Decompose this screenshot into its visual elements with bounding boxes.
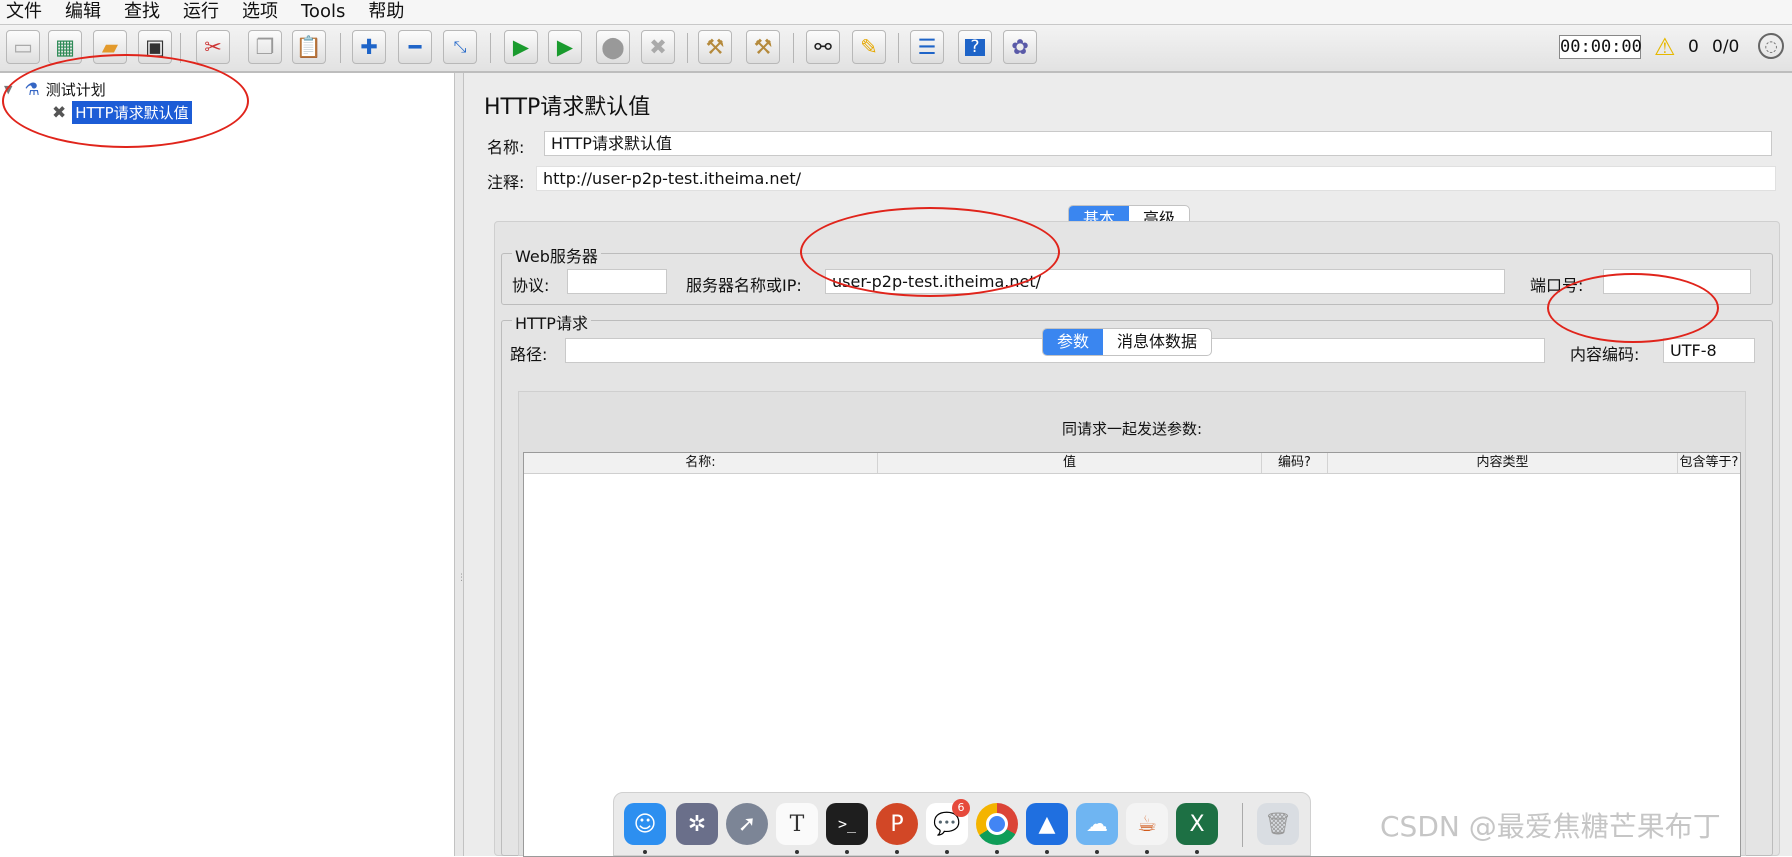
menu-bar: 文件 编辑 查找 运行 选项 Tools 帮助 [0,0,1792,25]
annotation-circle [2,54,249,148]
start-icon[interactable]: ▶ [504,30,538,64]
toggle-icon[interactable]: ⤡ [443,30,477,64]
lanhu-icon[interactable]: ▲ [1026,803,1068,845]
trash-icon[interactable]: 🗑 [1257,803,1299,845]
help-icon[interactable]: ? [958,30,992,64]
toolbar: ▭ ▦ ▰ ▣ ✂ ❐ 📋 ✚ ━ ⤡ ▶ ▶ ⬤ ✖ ⚒ ⚒ ⚯ ✎ ☰ ? … [0,25,1792,73]
menu-search[interactable]: 查找 [118,1,177,23]
remote-icon[interactable]: ✿ [1003,30,1037,64]
messages-icon[interactable]: 💬 6 [926,799,970,845]
start-no-pauses-icon[interactable]: ▶ [548,30,582,64]
column-header-value[interactable]: 值 [878,453,1262,473]
java-icon[interactable]: ☕ [1126,803,1168,845]
sub-tabs: 参数 消息体数据 [1042,328,1213,356]
elapsed-timer: 00:00:00 [1559,35,1642,59]
chrome-icon[interactable] [976,803,1018,845]
copy-icon[interactable]: ❐ [248,30,282,64]
http-request-legend: HTTP请求 [512,310,591,334]
warning-count: 0 [1688,37,1699,57]
stop-icon[interactable]: ⬤ [596,30,630,64]
search-icon[interactable]: ⚯ [806,30,840,64]
remote-status-icon: ◌ [1758,33,1784,59]
menu-tools[interactable]: Tools [295,1,362,23]
tab-parameters[interactable]: 参数 [1043,329,1104,355]
name-label: 名称: [487,138,525,157]
new-icon[interactable]: ▭ [6,30,40,64]
reset-search-icon[interactable]: ✎ [852,30,886,64]
notification-badge: 6 [952,799,970,817]
photo-booth-icon[interactable]: ✲ [676,803,718,845]
name-field[interactable]: HTTP请求默认值 [544,131,1772,156]
encoding-label: 内容编码: [1570,345,1640,364]
cloud-icon[interactable]: ☁ [1076,803,1118,845]
clear-icon[interactable]: ⚒ [698,30,732,64]
protocol-label: 协议: [512,276,550,295]
column-header-encode[interactable]: 编码? [1262,453,1328,473]
powerpoint-icon[interactable]: P [876,803,918,845]
paste-icon[interactable]: 📋 [292,30,326,64]
column-header-name[interactable]: 名称: [524,453,878,473]
finder-icon[interactable]: ☺ [624,803,666,845]
macos-dock: ☺ ✲ ➚ T >_ P 💬 6 ▲ ☁ ☕ X 🗑 [613,792,1311,856]
shutdown-icon[interactable]: ✖ [641,30,675,64]
menu-file[interactable]: 文件 [0,1,59,23]
parameters-caption: 同请求一起发送参数: [1061,420,1203,438]
web-server-legend: Web服务器 [512,243,601,267]
collapse-icon[interactable]: ━ [398,30,432,64]
menu-options[interactable]: 选项 [236,1,295,23]
column-header-include-equals[interactable]: 包含等于? [1678,453,1740,473]
function-helper-icon[interactable]: ☰ [910,30,944,64]
tab-body-data[interactable]: 消息体数据 [1103,329,1211,355]
menu-help[interactable]: 帮助 [362,1,421,23]
launchpad-icon[interactable]: ➚ [726,803,768,845]
protocol-field[interactable] [567,269,667,294]
menu-edit[interactable]: 编辑 [59,1,118,23]
column-header-content-type[interactable]: 内容类型 [1328,453,1678,473]
menu-run[interactable]: 运行 [177,1,236,23]
excel-icon[interactable]: X [1176,803,1218,845]
comment-label: 注释: [487,173,525,192]
comment-field[interactable]: http://user-p2p-test.itheima.net/ [536,166,1776,191]
annotation-circle [1547,273,1719,343]
parameters-area: 同请求一起发送参数: 名称: 值 编码? 内容类型 包含等于? [518,391,1746,857]
server-label: 服务器名称或IP: [686,276,802,295]
clear-all-icon[interactable]: ⚒ [746,30,780,64]
active-threads: 0/0 [1712,37,1740,57]
test-plan-tree: ▼ ⚗ 测试计划 ✖ HTTP请求默认值 [0,54,454,856]
warning-icon[interactable]: ⚠ [1654,33,1676,61]
page-title: HTTP请求默认值 [484,95,651,120]
annotation-circle [800,207,1060,297]
pane-splitter[interactable]: ⋮ [454,73,466,856]
watermark: CSDN @最爱焦糖芒果布丁 [1380,810,1721,843]
expand-icon[interactable]: ✚ [352,30,386,64]
path-label: 路径: [510,345,548,364]
typora-icon[interactable]: T [776,803,818,845]
terminal-icon[interactable]: >_ [826,803,868,845]
table-header: 名称: 值 编码? 内容类型 包含等于? [524,453,1740,474]
encoding-field[interactable]: UTF-8 [1663,338,1755,363]
cut-icon[interactable]: ✂ [196,30,230,64]
